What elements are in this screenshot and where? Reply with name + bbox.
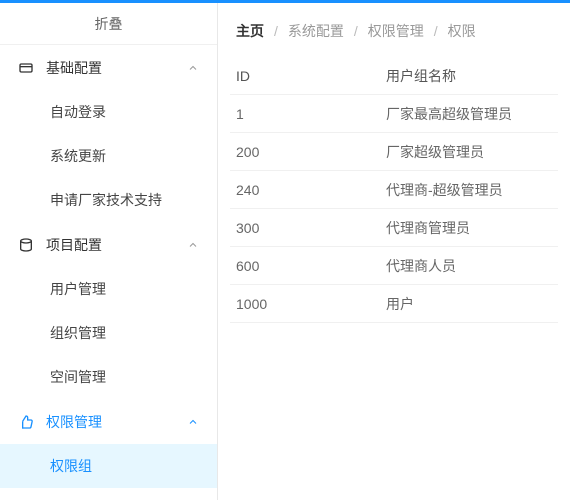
chevron-up-icon: [187, 416, 199, 428]
menu-group[interactable]: 基础配置: [0, 45, 217, 90]
menu-item-label: 系统更新: [50, 146, 106, 166]
cell-id: 240: [236, 182, 386, 198]
breadcrumb-item[interactable]: 系统配置: [288, 21, 344, 41]
table-row[interactable]: 300代理商管理员: [230, 209, 558, 247]
storage-icon: [18, 237, 34, 253]
breadcrumb: 主页 / 系统配置 / 权限管理 / 权限: [230, 15, 558, 57]
cell-id: 600: [236, 258, 386, 274]
table-header-name: 用户组名称: [386, 66, 552, 86]
card-icon: [18, 60, 34, 76]
menu-item[interactable]: 自动登录: [0, 90, 217, 134]
menu-group-label: 项目配置: [46, 235, 102, 255]
menu-item[interactable]: 权限组: [0, 444, 217, 488]
chevron-up-icon: [187, 62, 199, 74]
collapse-button[interactable]: 折叠: [0, 3, 217, 45]
menu-group-label: 基础配置: [46, 58, 102, 78]
breadcrumb-item[interactable]: 权限: [448, 21, 476, 41]
breadcrumb-item[interactable]: 主页: [236, 21, 264, 41]
menu-group[interactable]: 权限管理: [0, 399, 217, 444]
breadcrumb-separator: /: [274, 23, 278, 39]
menu-item-label: 权限组: [50, 456, 92, 476]
menu-group[interactable]: 项目配置: [0, 222, 217, 267]
menu-item[interactable]: 组织管理: [0, 311, 217, 355]
menu-item-label: 用户管理: [50, 279, 106, 299]
menu-item[interactable]: 申请厂家技术支持: [0, 178, 217, 222]
table-row[interactable]: 240代理商-超级管理员: [230, 171, 558, 209]
cell-name: 代理商人员: [386, 256, 552, 276]
thumb-icon: [18, 414, 34, 430]
menu-item-label: 空间管理: [50, 367, 106, 387]
cell-id: 1: [236, 106, 386, 122]
cell-id: 1000: [236, 296, 386, 312]
cell-id: 200: [236, 144, 386, 160]
breadcrumb-separator: /: [354, 23, 358, 39]
main-content: 主页/系统配置/权限管理/权限 ID 用户组名称 1厂家最高超级管理员200厂家…: [218, 3, 570, 500]
table-row[interactable]: 1000用户: [230, 285, 558, 323]
cell-name: 代理商-超级管理员: [386, 180, 552, 200]
cell-name: 厂家最高超级管理员: [386, 104, 552, 124]
menu-item-label: 自动登录: [50, 102, 106, 122]
table-row[interactable]: 200厂家超级管理员: [230, 133, 558, 171]
table-header-id: ID: [236, 68, 386, 84]
breadcrumb-item[interactable]: 权限管理: [368, 21, 424, 41]
menu-group-label: 权限管理: [46, 412, 102, 432]
table-header-row: ID 用户组名称: [230, 57, 558, 95]
menu-item[interactable]: 用户管理: [0, 267, 217, 311]
menu-item[interactable]: 系统更新: [0, 134, 217, 178]
table-row[interactable]: 1厂家最高超级管理员: [230, 95, 558, 133]
table-row[interactable]: 600代理商人员: [230, 247, 558, 285]
permission-table: ID 用户组名称 1厂家最高超级管理员200厂家超级管理员240代理商-超级管理…: [230, 57, 558, 323]
collapse-label: 折叠: [95, 14, 123, 34]
breadcrumb-separator: /: [434, 23, 438, 39]
cell-name: 用户: [386, 294, 552, 314]
cell-id: 300: [236, 220, 386, 236]
sidebar: 折叠 基础配置自动登录系统更新申请厂家技术支持项目配置用户管理组织管理空间管理权…: [0, 3, 218, 500]
menu-item-label: 组织管理: [50, 323, 106, 343]
chevron-up-icon: [187, 239, 199, 251]
cell-name: 代理商管理员: [386, 218, 552, 238]
menu-item[interactable]: 空间管理: [0, 355, 217, 399]
cell-name: 厂家超级管理员: [386, 142, 552, 162]
menu-item-label: 申请厂家技术支持: [50, 190, 162, 210]
